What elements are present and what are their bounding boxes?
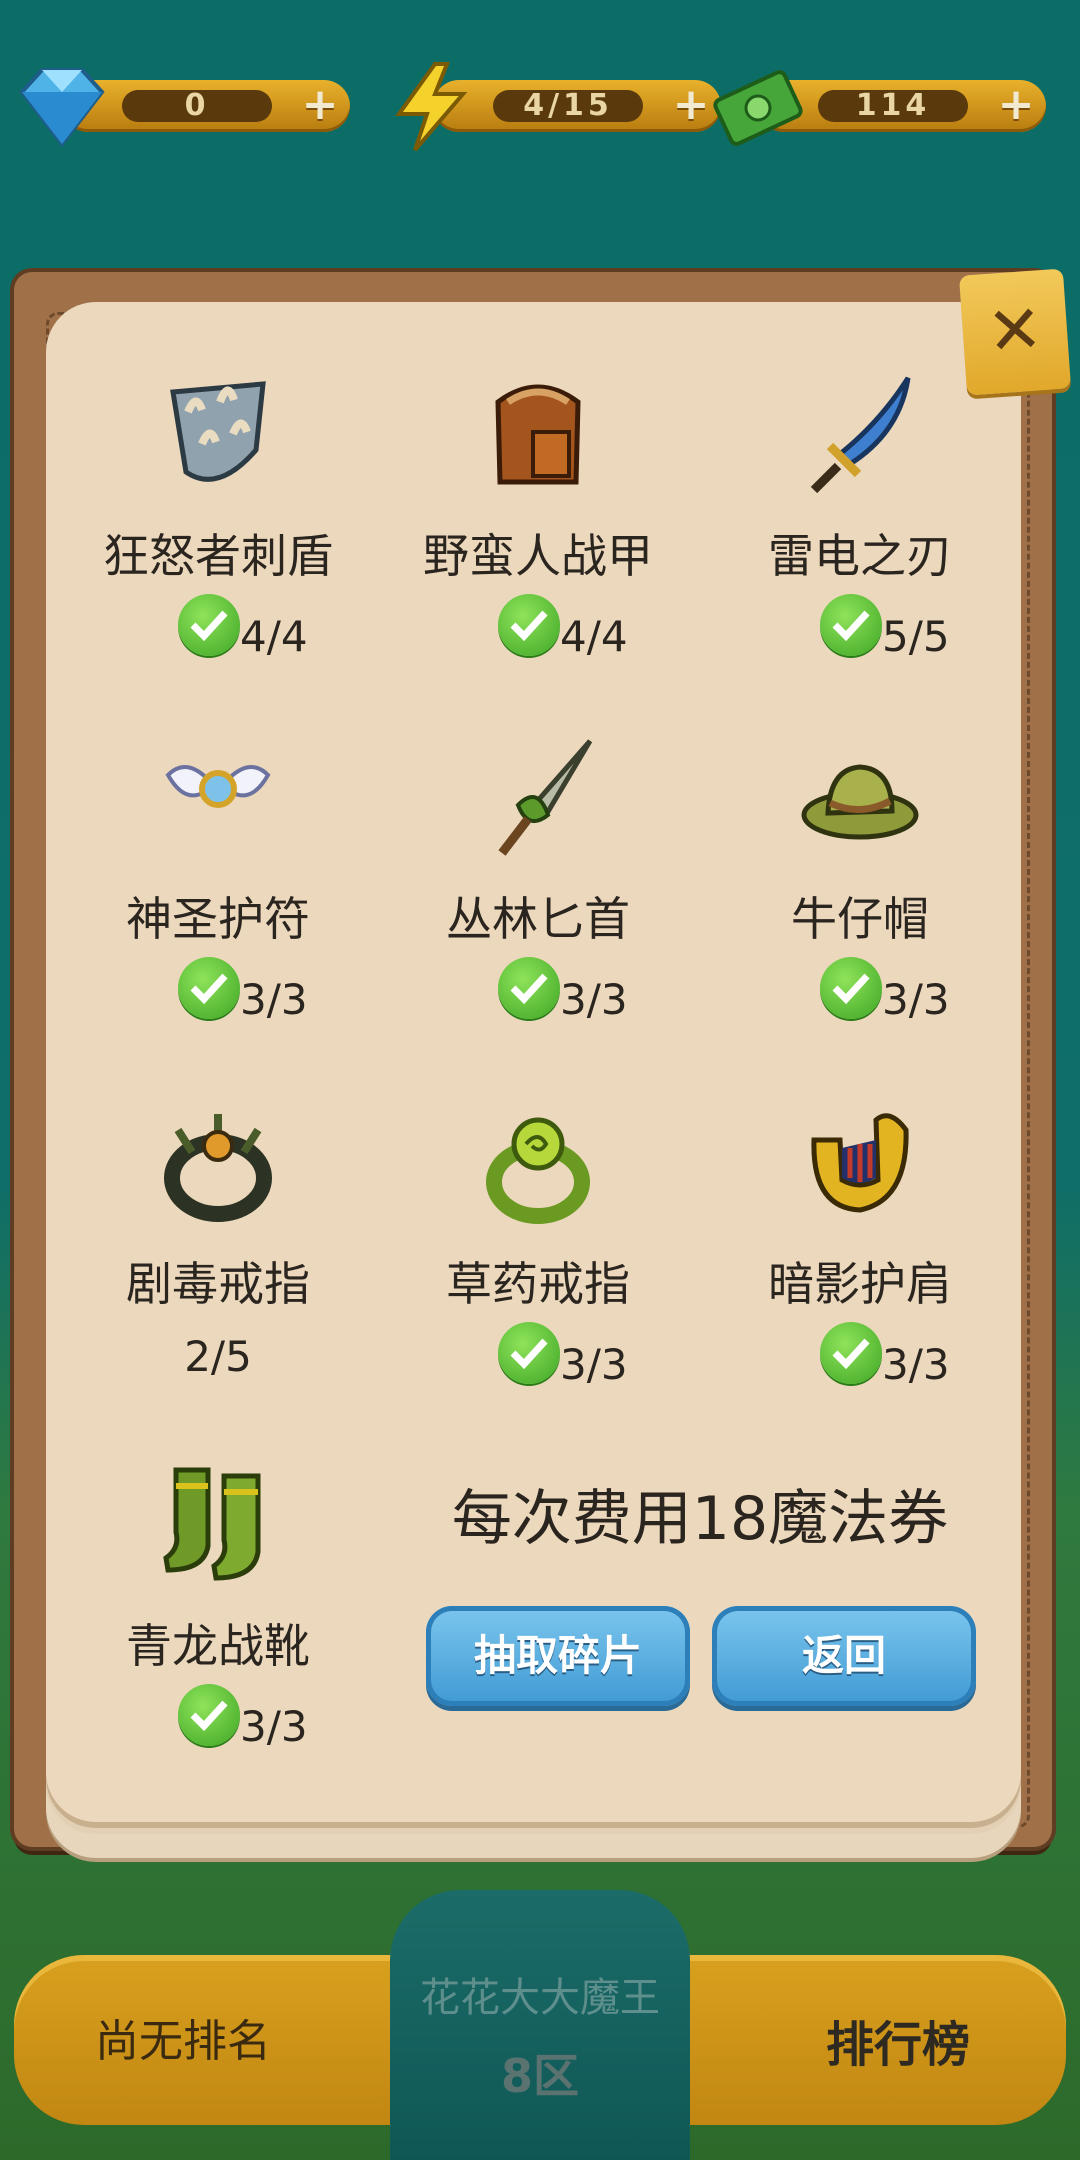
- leather-armor-icon: [495, 384, 581, 485]
- item-count: 4/4: [560, 612, 628, 661]
- player-zone: 8区: [500, 2049, 579, 2103]
- cowboy-hat-icon: [801, 764, 919, 840]
- gems-value: 0: [122, 90, 272, 122]
- cash-value: 114: [818, 90, 968, 122]
- item-name: 剧毒戒指: [126, 1257, 310, 1311]
- item-status: 3/3: [58, 1684, 378, 1754]
- item-status: 4/4: [58, 594, 378, 664]
- item-count: 3/3: [560, 975, 628, 1024]
- cash-counter: 114 +: [710, 62, 1050, 146]
- check-icon: [178, 1684, 240, 1746]
- back-button[interactable]: 返回: [712, 1606, 976, 1706]
- winged-amulet-icon: [165, 765, 271, 808]
- cost-text: 每次费用18魔法券: [451, 1484, 949, 1554]
- item-status: 5/5: [700, 594, 1020, 664]
- item-card: 雷电之刃 5/5: [700, 372, 1020, 732]
- check-icon: [820, 1322, 882, 1384]
- item-name: 暗影护肩: [768, 1257, 952, 1311]
- add-energy-button[interactable]: +: [671, 83, 711, 127]
- shoulder-guard-icon: [811, 1113, 909, 1213]
- check-icon: [178, 594, 240, 656]
- item-name: 丛林匕首: [446, 892, 630, 946]
- item-count: 5/5: [882, 612, 950, 661]
- item-count: 3/3: [240, 1702, 308, 1751]
- item-status: 2/5: [58, 1322, 378, 1392]
- blue-sword-icon: [810, 376, 911, 494]
- check-icon: [498, 957, 560, 1019]
- green-boots-icon: [163, 1467, 261, 1581]
- check-icon: [820, 594, 882, 656]
- item-count: 3/3: [882, 975, 950, 1024]
- item-count: 3/3: [560, 1340, 628, 1389]
- item-name: 神圣护符: [126, 892, 310, 946]
- lightning-icon: [395, 62, 468, 152]
- item-name: 青龙战靴: [126, 1619, 310, 1673]
- gem-icon: [19, 68, 105, 148]
- item-card: 暗影护肩 3/3: [700, 1100, 1020, 1460]
- gems-counter: 0 +: [14, 62, 350, 148]
- add-cash-button[interactable]: +: [996, 83, 1036, 127]
- item-status: 3/3: [58, 957, 378, 1027]
- spiked-ring-icon: [164, 1114, 272, 1222]
- item-card: 丛林匕首 3/3: [378, 735, 698, 1095]
- item-card: 野蛮人战甲 4/4: [378, 372, 698, 732]
- spiked-shield-icon: [170, 381, 266, 482]
- herb-ring-icon: [486, 1117, 590, 1224]
- cash-icon: [713, 70, 803, 146]
- energy-value: 4/15: [493, 90, 643, 122]
- item-status: 4/4: [378, 594, 698, 664]
- item-name: 雷电之刃: [768, 529, 952, 583]
- item-card: 青龙战靴 3/3: [58, 1462, 378, 1822]
- player-tab[interactable]: [390, 1890, 690, 2160]
- check-icon: [498, 1322, 560, 1384]
- item-name: 狂怒者刺盾: [103, 529, 333, 583]
- check-icon: [178, 957, 240, 1019]
- item-status: 3/3: [700, 957, 1020, 1027]
- item-card: 牛仔帽 3/3: [700, 735, 1020, 1095]
- draw-fragments-button[interactable]: 抽取碎片: [426, 1606, 690, 1706]
- item-card: 草药戒指 3/3: [378, 1100, 698, 1460]
- add-gems-button[interactable]: +: [300, 83, 340, 127]
- item-card: 神圣护符 3/3: [58, 735, 378, 1095]
- check-icon: [820, 957, 882, 1019]
- item-name: 野蛮人战甲: [423, 529, 653, 583]
- check-icon: [498, 594, 560, 656]
- item-status: 3/3: [378, 1322, 698, 1392]
- item-count: 3/3: [240, 975, 308, 1024]
- item-status: 3/3: [378, 957, 698, 1027]
- item-count: 4/4: [240, 612, 308, 661]
- item-status: 3/3: [700, 1322, 1020, 1392]
- item-count: 2/5: [184, 1332, 252, 1381]
- item-name: 牛仔帽: [791, 892, 929, 946]
- item-count: 3/3: [882, 1340, 950, 1389]
- item-name: 草药戒指: [446, 1257, 630, 1311]
- item-card: 狂怒者刺盾 4/4: [58, 372, 378, 732]
- leaf-dagger-icon: [498, 739, 593, 856]
- item-card: 剧毒戒指 2/5: [58, 1100, 378, 1460]
- energy-counter: 4/15 +: [385, 62, 721, 152]
- player-name: 花花大大魔王: [420, 1975, 660, 2021]
